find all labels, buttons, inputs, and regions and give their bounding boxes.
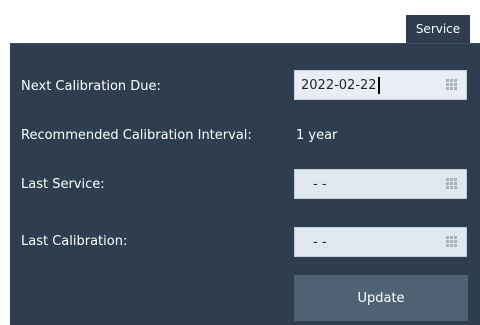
recommended-calibration-interval-value: 1 year	[296, 128, 338, 143]
next-calibration-due-input[interactable]: 2022-02-22	[294, 70, 467, 100]
recommended-calibration-interval-label: Recommended Calibration Interval:	[21, 128, 252, 143]
tab-service-label: Service	[415, 22, 461, 36]
update-button-label: Update	[357, 290, 405, 306]
last-service-value: - -	[313, 176, 327, 192]
last-calibration-value: - -	[313, 234, 327, 250]
text-caret	[377, 76, 380, 94]
next-calibration-due-label: Next Calibration Due:	[21, 79, 161, 94]
keypad-icon[interactable]	[446, 178, 458, 190]
last-calibration-input[interactable]: - -	[294, 227, 467, 257]
tab-service[interactable]: Service	[406, 15, 470, 43]
last-service-label: Last Service:	[21, 177, 105, 192]
keypad-icon[interactable]	[446, 79, 458, 91]
update-button[interactable]: Update	[294, 275, 468, 321]
next-calibration-due-value: 2022-02-22	[301, 77, 377, 93]
last-service-input[interactable]: - -	[294, 169, 467, 199]
last-calibration-label: Last Calibration:	[21, 234, 128, 249]
keypad-icon[interactable]	[446, 236, 458, 248]
